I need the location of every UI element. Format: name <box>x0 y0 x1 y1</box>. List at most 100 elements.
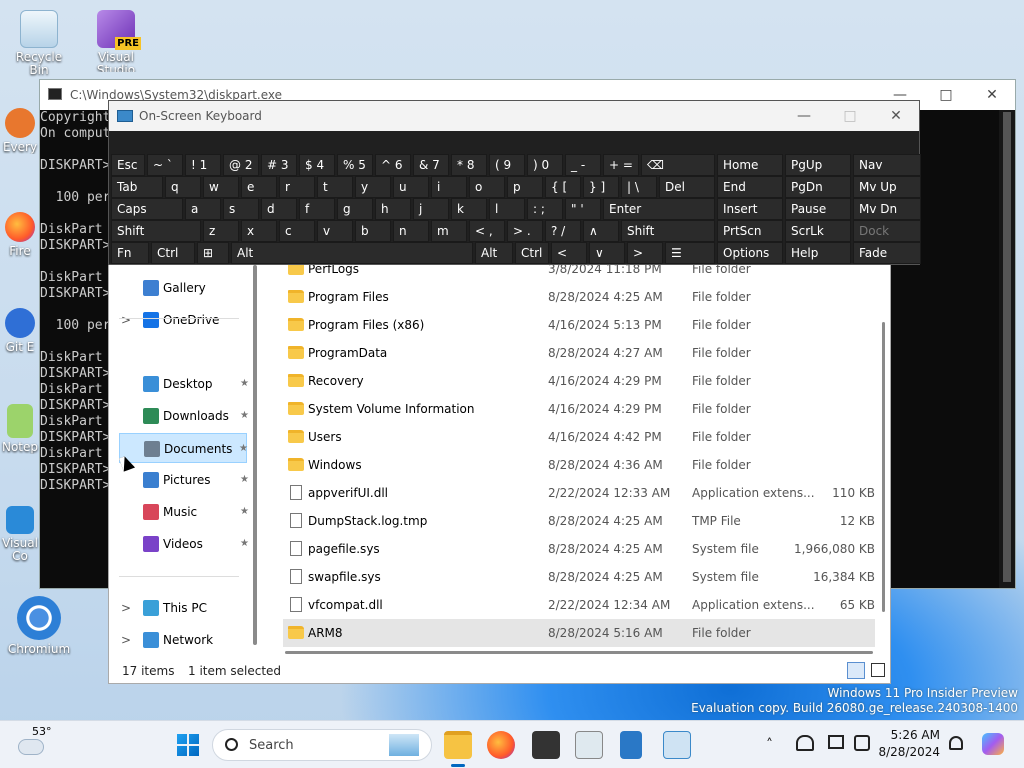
osk-key[interactable]: b <box>355 220 391 242</box>
osk-key[interactable]: ) 0 <box>527 154 563 176</box>
cmd-scroll-thumb[interactable] <box>1003 112 1011 582</box>
osk-key[interactable]: ? / <box>545 220 581 242</box>
osk-key[interactable]: p <box>507 176 543 198</box>
osk-key[interactable]: m <box>431 220 467 242</box>
osk-key[interactable]: e <box>241 176 277 198</box>
horizontal-scrollbar[interactable] <box>285 651 873 654</box>
osk-key[interactable]: o <box>469 176 505 198</box>
osk-key[interactable]: ∨ <box>589 242 625 264</box>
osk-key[interactable]: Esc <box>111 154 145 176</box>
osk-key[interactable]: PgDn <box>785 176 851 198</box>
osk-key[interactable]: | \ <box>621 176 657 198</box>
desktop-icon-recycle-bin[interactable]: Recycle Bin <box>5 10 73 77</box>
file-row[interactable]: vfcompat.dll 2/22/2024 12:34 AM Applicatio… <box>283 591 875 619</box>
osk-key[interactable]: ~ ` <box>147 154 183 176</box>
osk-key[interactable]: x <box>241 220 277 242</box>
desktop-icon-git[interactable]: Git E <box>0 308 40 354</box>
osk-key[interactable]: ∧ <box>583 220 619 242</box>
file-row[interactable]: ProgramData 8/28/2024 4:27 AM File folder <box>283 339 875 367</box>
osk-key[interactable]: Pause <box>785 198 851 220</box>
osk-key[interactable]: ScrLk <box>785 220 851 242</box>
nav-item-music[interactable]: Music ★ <box>119 497 249 527</box>
taskbar-search-box[interactable]: Search <box>212 729 432 761</box>
osk-key[interactable]: n <box>393 220 429 242</box>
osk-key[interactable]: % 5 <box>337 154 373 176</box>
file-row[interactable]: Users 4/16/2024 4:42 PM File folder <box>283 423 875 451</box>
file-row[interactable]: appverifUI.dll 2/22/2024 12:33 AM Applicat… <box>283 479 875 507</box>
osk-key[interactable]: ⌫ <box>641 154 715 176</box>
tiles-view-button[interactable] <box>871 663 885 677</box>
file-explorer-taskbar-icon[interactable] <box>444 731 472 759</box>
nav-item-gallery[interactable]: Gallery <box>119 273 247 303</box>
nav-item-onedrive[interactable]: > OneDrive <box>119 305 247 335</box>
nav-item-downloads[interactable]: Downloads ★ <box>119 401 249 431</box>
chevron-right-icon[interactable]: > <box>121 593 131 623</box>
file-row[interactable]: System Volume Information 4/16/2024 4:29 … <box>283 395 875 423</box>
osk-key[interactable]: } ] <box>583 176 619 198</box>
file-row[interactable]: pagefile.sys 8/28/2024 4:25 AM System file… <box>283 535 875 563</box>
osk-key[interactable]: _ - <box>565 154 601 176</box>
osk-key[interactable]: Fade <box>853 242 921 264</box>
chevron-right-icon[interactable]: > <box>121 625 131 655</box>
desktop-icon-notepad[interactable]: Notep <box>0 404 40 454</box>
osk-key[interactable]: & 7 <box>413 154 449 176</box>
nav-item-desktop[interactable]: Desktop ★ <box>119 369 249 399</box>
osk-key[interactable]: ⊞ <box>197 242 229 264</box>
osk-key[interactable]: Alt <box>475 242 513 264</box>
file-row[interactable]: DumpStack.log.tmp 8/28/2024 4:25 AM TMP Fi… <box>283 507 875 535</box>
osk-key[interactable]: Home <box>717 154 783 176</box>
diskpart-taskbar-icon[interactable] <box>575 731 603 759</box>
osk-key[interactable]: PgUp <box>785 154 851 176</box>
osk-key[interactable]: Caps <box>111 198 183 220</box>
osk-key[interactable]: Del <box>659 176 715 198</box>
osk-key[interactable]: t <box>317 176 353 198</box>
osk-key[interactable]: Options <box>717 242 783 264</box>
file-row[interactable]: ARM8 8/28/2024 5:16 AM File folder <box>283 619 875 647</box>
desktop-icon-vscode[interactable]: Visual Co <box>0 506 40 563</box>
notepad-taskbar-icon[interactable] <box>620 731 642 759</box>
chevron-right-icon[interactable]: > <box>121 305 131 335</box>
desktop-icon-visual-studio[interactable]: PRE Visual Studio <box>82 10 150 72</box>
file-list-scrollbar[interactable] <box>882 322 885 612</box>
clock[interactable]: 5:26 AM 8/28/2024 <box>876 727 940 761</box>
osk-key[interactable]: k <box>451 198 487 220</box>
osk-key[interactable]: > <box>627 242 663 264</box>
nav-item-videos[interactable]: Videos ★ <box>119 529 249 559</box>
osk-key[interactable]: Fn <box>111 242 149 264</box>
file-row[interactable]: Program Files (x86) 4/16/2024 5:13 PM File… <box>283 311 875 339</box>
desktop-icon-chromium[interactable]: Chromium <box>5 596 73 656</box>
osk-key[interactable]: c <box>279 220 315 242</box>
osk-key[interactable]: Shift <box>111 220 201 242</box>
osk-key[interactable]: < <box>551 242 587 264</box>
nav-item-network[interactable]: > Network <box>119 625 247 655</box>
display-icon[interactable] <box>828 735 844 749</box>
osk-close-button[interactable]: ✕ <box>873 101 919 131</box>
desktop-icon-firefox[interactable]: Fire <box>0 212 40 258</box>
osk-key[interactable]: ! 1 <box>185 154 221 176</box>
osk-key[interactable]: s <box>223 198 259 220</box>
osk-key[interactable]: Nav <box>853 154 921 176</box>
osk-key[interactable]: Ctrl <box>515 242 549 264</box>
file-row[interactable]: swapfile.sys 8/28/2024 4:25 AM System file… <box>283 563 875 591</box>
keyboard-taskbar-icon[interactable] <box>663 731 691 759</box>
file-row[interactable]: Windows 8/28/2024 4:36 AM File folder <box>283 451 875 479</box>
osk-key[interactable]: : ; <box>527 198 563 220</box>
osk-key[interactable]: w <box>203 176 239 198</box>
osk-key[interactable]: Insert <box>717 198 783 220</box>
notification-bell-icon[interactable] <box>949 736 963 750</box>
osk-maximize-button[interactable]: □ <box>827 101 873 131</box>
osk-key[interactable]: # 3 <box>261 154 297 176</box>
osk-key[interactable]: j <box>413 198 449 220</box>
osk-key[interactable]: + = <box>603 154 639 176</box>
show-hidden-icons-chevron-icon[interactable]: ˄ <box>766 737 773 753</box>
osk-key[interactable]: Dock <box>853 220 921 242</box>
osk-key[interactable]: Mv Dn <box>853 198 921 220</box>
osk-key[interactable]: @ 2 <box>223 154 259 176</box>
osk-key[interactable]: l <box>489 198 525 220</box>
osk-key[interactable]: ( 9 <box>489 154 525 176</box>
osk-key[interactable]: a <box>185 198 221 220</box>
osk-minimize-button[interactable]: — <box>781 101 827 131</box>
firefox-taskbar-icon[interactable] <box>487 731 515 759</box>
osk-key[interactable]: ^ 6 <box>375 154 411 176</box>
osk-key[interactable]: End <box>717 176 783 198</box>
